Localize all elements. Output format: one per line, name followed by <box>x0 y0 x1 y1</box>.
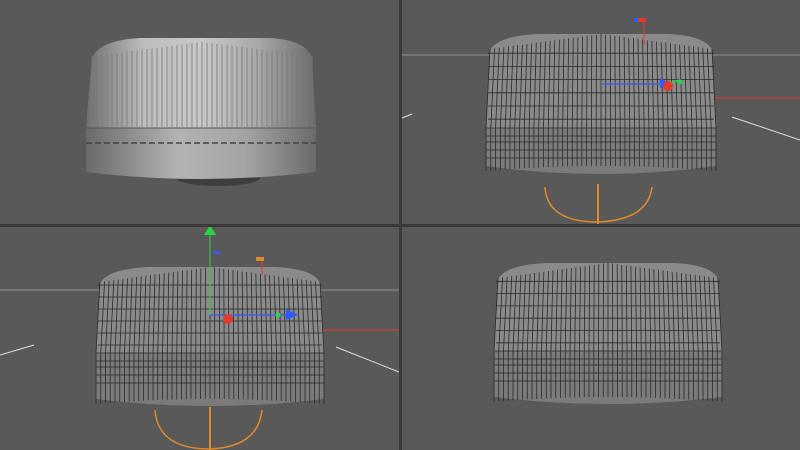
rotation-gizmo-ring[interactable] <box>154 407 263 450</box>
grid-line-left <box>402 113 413 119</box>
cap-model-wire[interactable] <box>493 263 723 404</box>
viewport-top-left[interactable] <box>0 0 399 224</box>
viewport-bottom-left[interactable] <box>0 227 399 450</box>
cap-skirt <box>86 128 316 179</box>
grid-line-left <box>0 344 35 356</box>
gizmo-y-handle[interactable] <box>677 79 683 85</box>
viewport-layout <box>0 0 800 450</box>
viewport-bottom-right[interactable] <box>402 227 800 450</box>
viewport-top-left-canvas[interactable] <box>0 0 399 224</box>
grid-line-right <box>731 116 800 141</box>
gizmo-y-handle[interactable] <box>275 312 281 318</box>
gizmo-center-handle[interactable] <box>223 314 233 324</box>
viewport-top-right-canvas[interactable] <box>402 0 800 224</box>
viewport-top-right[interactable] <box>402 0 800 224</box>
rotation-gizmo-ring[interactable] <box>544 184 653 224</box>
viewport-bottom-left-canvas[interactable] <box>0 227 399 450</box>
cap-model-wire[interactable] <box>485 34 717 174</box>
viewport-bottom-right-canvas[interactable] <box>402 227 800 450</box>
cap-model[interactable] <box>86 38 316 186</box>
viewport-divider-horizontal[interactable] <box>0 224 800 227</box>
gizmo-center-handle[interactable] <box>663 81 673 91</box>
gizmo-y-arrow-icon[interactable] <box>204 227 216 235</box>
grid-line-right <box>335 346 399 373</box>
